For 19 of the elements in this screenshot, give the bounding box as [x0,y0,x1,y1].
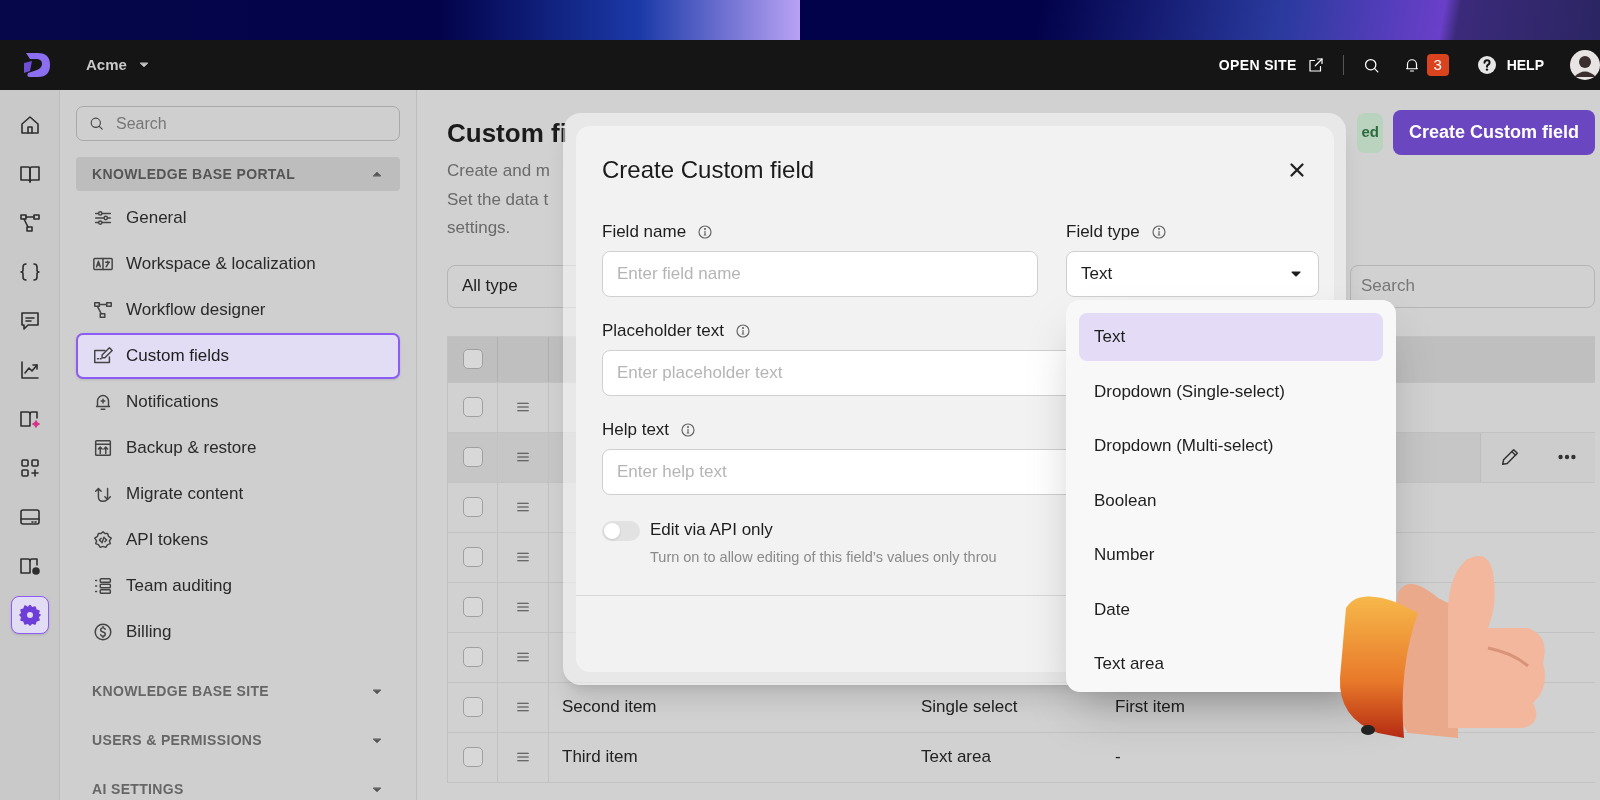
field-label: Help text [602,419,670,442]
toggle-label: Edit via API only [650,519,774,541]
table-cell-text: First item [1115,696,1185,719]
table-cell-text: Single select [921,696,1018,719]
table-cell-text: Text area [921,746,991,769]
description-text: Create and m [447,160,550,182]
table-cell-text: Second item [562,696,657,719]
table-cell-text: Third item [562,746,638,769]
modal-title: Create Custom field [602,155,815,185]
field-label: Placeholder text [602,320,724,343]
field-label: Field name [602,221,687,244]
help-text: Turn on to allow editing of this field’s values only throu [650,547,997,567]
notification-badge: 3 [1426,54,1449,76]
table-cell-text: - [1115,746,1121,769]
status-badge: ed [1357,112,1383,153]
description-text: Set the data t [447,188,549,211]
field-label: Field type [1066,221,1140,244]
description-text: settings. [447,217,511,239]
page-title: Custom fi [447,117,567,150]
